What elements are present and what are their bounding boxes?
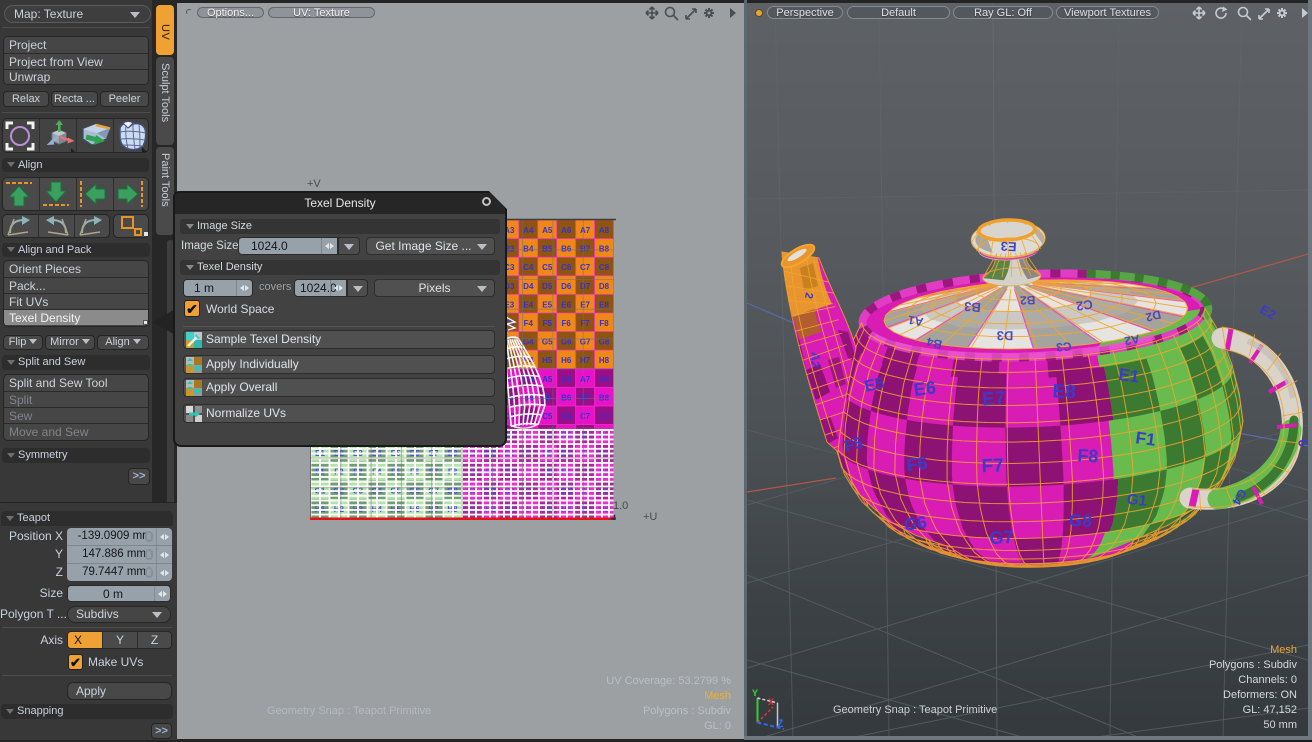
svg-text:F6: F6 <box>905 453 928 476</box>
svg-text:E1: E1 <box>1117 365 1140 387</box>
svg-text:A4: A4 <box>523 226 534 235</box>
svg-text:E6: E6 <box>561 300 571 309</box>
svg-text:G8: G8 <box>1069 511 1093 531</box>
svg-text:G7: G7 <box>989 527 1014 548</box>
svg-text:C8: C8 <box>599 263 610 272</box>
svg-text:Z: Z <box>777 719 784 731</box>
svg-text:B3: B3 <box>964 299 982 315</box>
svg-text:C2: C2 <box>1075 297 1094 314</box>
svg-text:F7: F7 <box>981 455 1004 477</box>
svg-text:A8: A8 <box>599 375 610 384</box>
svg-text:E5: E5 <box>542 300 552 309</box>
svg-text:E6: E6 <box>913 377 937 400</box>
svg-text:F6: F6 <box>562 319 572 328</box>
svg-text:A7: A7 <box>580 226 591 235</box>
svg-text:C7: C7 <box>580 263 591 272</box>
svg-text:F1: F1 <box>1135 428 1157 449</box>
svg-text:C5: C5 <box>542 263 553 272</box>
svg-text:B7: B7 <box>580 245 591 254</box>
svg-text:C8: C8 <box>599 412 610 421</box>
svg-text:D5: D5 <box>542 282 553 291</box>
svg-text:H7: H7 <box>580 356 591 365</box>
svg-text:F5: F5 <box>543 319 553 328</box>
svg-text:B8: B8 <box>599 245 610 254</box>
svg-text:H5: H5 <box>542 356 553 365</box>
svg-text:X: X <box>768 698 774 709</box>
svg-text:F4: F4 <box>524 319 534 328</box>
svg-text:B8: B8 <box>599 393 610 402</box>
svg-text:C3: C3 <box>1055 339 1072 354</box>
svg-text:F7: F7 <box>580 319 590 328</box>
svg-text:F8: F8 <box>1077 445 1099 466</box>
svg-text:H8: H8 <box>599 356 610 365</box>
svg-text:H6: H6 <box>561 356 572 365</box>
svg-text:B5: B5 <box>542 245 553 254</box>
svg-text:A5: A5 <box>542 375 553 384</box>
svg-text:E8: E8 <box>1052 381 1076 403</box>
svg-text:D6: D6 <box>561 282 572 291</box>
svg-text:A6: A6 <box>561 375 572 384</box>
svg-text:F8: F8 <box>599 319 609 328</box>
svg-text:B7: B7 <box>580 393 591 402</box>
svg-text:E7: E7 <box>580 300 590 309</box>
svg-text:E8: E8 <box>599 300 609 309</box>
svg-text:A5: A5 <box>542 226 553 235</box>
svg-text:C4: C4 <box>523 263 534 272</box>
svg-text:B2: B2 <box>1020 293 1036 307</box>
svg-text:C7: C7 <box>580 412 591 421</box>
svg-text:A6: A6 <box>561 226 572 235</box>
svg-text:C6: C6 <box>561 412 572 421</box>
svg-text:D8: D8 <box>599 282 610 291</box>
svg-text:D4: D4 <box>523 282 534 291</box>
svg-text:G6: G6 <box>903 513 928 535</box>
svg-text:D7: D7 <box>580 282 591 291</box>
svg-text:E2: E2 <box>1258 302 1279 323</box>
svg-text:C6: C6 <box>561 263 572 272</box>
svg-text:A1: A1 <box>907 313 925 329</box>
svg-text:C5: C5 <box>542 412 553 421</box>
svg-text:B4: B4 <box>523 245 534 254</box>
svg-text:B6: B6 <box>561 393 572 402</box>
svg-text:A8: A8 <box>599 226 610 235</box>
svg-text:E4: E4 <box>523 300 533 309</box>
svg-text:E7: E7 <box>982 388 1006 410</box>
svg-text:G1: G1 <box>1126 491 1148 510</box>
svg-text:A7: A7 <box>580 375 591 384</box>
svg-text:D3: D3 <box>997 328 1014 343</box>
svg-text:B6: B6 <box>561 245 572 254</box>
